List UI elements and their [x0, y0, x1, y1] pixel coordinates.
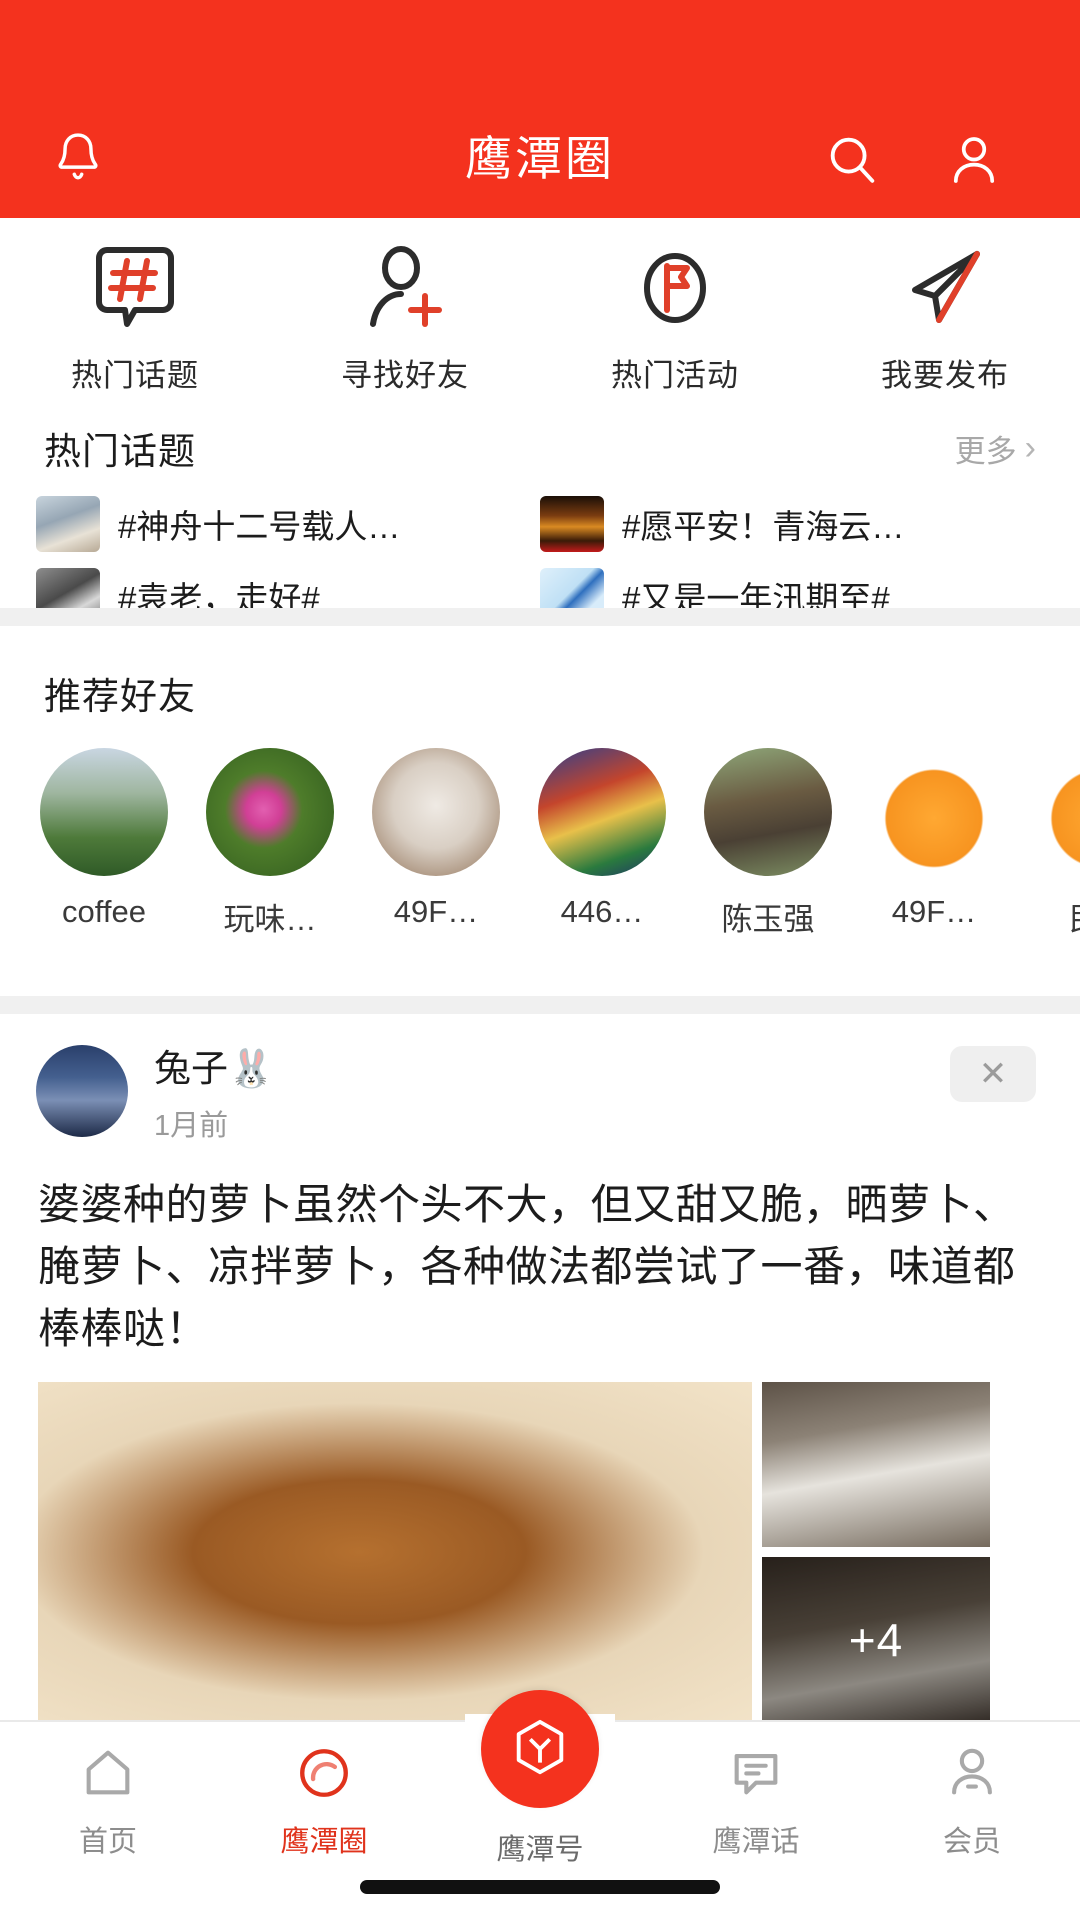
user-icon[interactable]	[936, 122, 1012, 198]
friends-scroll-row[interactable]: coffee 玩味… 49F… 446… 陈玉强 49F… 民族	[0, 720, 1080, 939]
page-title: 鹰潭圈	[465, 132, 615, 185]
hot-topic-item[interactable]: #神舟十二号载人…	[36, 488, 540, 560]
topic-label: #神舟十二号载人…	[118, 508, 401, 545]
post-body-text: 婆婆种的萝卜虽然个头不大，但又甜又脆，晒萝卜、腌萝卜、凉拌萝卜，各种做法都尝试了…	[38, 1181, 1016, 1352]
tab-label: 鹰潭话	[712, 1826, 800, 1858]
avatar	[40, 748, 168, 876]
hashtag-bubble-icon	[87, 242, 183, 334]
tab-yingtanhao-fab[interactable]	[481, 1690, 599, 1808]
home-icon	[79, 1742, 137, 1804]
friend-name: 446…	[560, 894, 644, 929]
post-header: 兔子🐰 1月前 ✕	[0, 1014, 1080, 1144]
tab-label: 鹰潭号	[496, 1834, 584, 1866]
avatar[interactable]	[36, 1045, 128, 1137]
friend-item[interactable]: 玩味…	[204, 748, 336, 939]
post-image-gallery: +4	[0, 1360, 1080, 1722]
friend-item[interactable]: 49F…	[868, 748, 1000, 939]
friend-name: 49F…	[891, 894, 977, 929]
friend-name: coffee	[62, 894, 146, 929]
friend-name: 玩味…	[223, 902, 317, 937]
quick-action-find-friends[interactable]: 寻找好友	[270, 218, 540, 408]
tab-label: 鹰潭圈	[280, 1826, 368, 1858]
quick-action-hot-activities[interactable]: 热门活动	[540, 218, 810, 408]
chevron-right-icon: ›	[1024, 429, 1036, 467]
quick-action-label: 热门活动	[611, 358, 739, 393]
topic-label: #愿平安！青海云…	[622, 508, 905, 545]
hot-topic-item[interactable]: #愿平安！青海云…	[540, 488, 1044, 560]
avatar	[704, 748, 832, 876]
recommended-friends-title: 推荐好友	[44, 676, 196, 717]
app-header: 鹰潭圈	[0, 0, 1080, 218]
post-image-thumb-more[interactable]: +4	[762, 1557, 990, 1722]
quick-actions-row: 热门话题 寻找好友 热门活动 我要发布	[0, 218, 1080, 408]
hot-topics-section: 热门话题 更多 › #神舟十二号载人… #愿平安！青海云… #袁老，走好# #又…	[0, 408, 1080, 624]
hot-topics-header: 热门话题 更多 ›	[0, 408, 1080, 488]
post-timestamp: 1月前	[154, 1110, 229, 1142]
hexagon-logo-icon	[516, 1719, 564, 1775]
quick-action-label: 寻找好友	[341, 358, 469, 393]
quick-action-hot-topics[interactable]: 热门话题	[0, 218, 270, 408]
friend-name: 49F…	[393, 894, 479, 929]
circle-ring-icon	[295, 1742, 353, 1804]
topic-thumbnail	[540, 496, 604, 552]
feed-post: 兔子🐰 1月前 ✕ 婆婆种的萝卜虽然个头不大，但又甜又脆，晒萝卜、腌萝卜、凉拌萝…	[0, 1014, 1080, 1722]
hot-topics-title: 热门话题	[44, 431, 196, 472]
quick-action-publish[interactable]: 我要发布	[810, 218, 1080, 408]
header-bar: 鹰潭圈	[0, 108, 1080, 218]
avatar	[206, 748, 334, 876]
tab-home[interactable]: 首页	[0, 1722, 216, 1860]
post-image-main[interactable]	[38, 1382, 752, 1722]
avatar	[538, 748, 666, 876]
friend-item[interactable]: 民族	[1034, 748, 1080, 939]
person-add-icon	[357, 242, 453, 334]
tab-yingtanhua[interactable]: 鹰潭话	[648, 1722, 864, 1860]
tab-yingtanquan[interactable]: 鹰潭圈	[216, 1722, 432, 1860]
friend-name: 陈玉强	[721, 902, 815, 937]
paper-plane-icon	[897, 242, 993, 334]
post-image-thumb[interactable]	[762, 1382, 990, 1547]
friend-item[interactable]: coffee	[38, 748, 170, 939]
section-divider	[0, 996, 1080, 1014]
avatar	[372, 748, 500, 876]
avatar	[870, 748, 998, 876]
close-icon[interactable]: ✕	[950, 1046, 1036, 1102]
quick-action-label: 热门话题	[71, 358, 199, 393]
section-divider	[0, 608, 1080, 626]
quick-action-label: 我要发布	[881, 358, 1009, 393]
tab-label: 会员	[942, 1826, 1001, 1858]
member-user-icon	[943, 1742, 1001, 1804]
friend-item[interactable]: 49F…	[370, 748, 502, 939]
tab-member[interactable]: 会员	[864, 1722, 1080, 1860]
friend-item[interactable]: 446…	[536, 748, 668, 939]
post-image-side-column: +4	[762, 1382, 990, 1722]
home-indicator	[360, 1880, 720, 1894]
more-label: 更多	[954, 433, 1017, 469]
flag-circle-icon	[627, 242, 723, 334]
avatar	[1036, 748, 1080, 876]
hot-topics-more-button[interactable]: 更多 ›	[955, 426, 1036, 471]
post-author-name[interactable]: 兔子🐰	[154, 1038, 274, 1092]
tab-label: 首页	[78, 1826, 137, 1858]
more-images-count: +4	[762, 1557, 990, 1722]
friend-item[interactable]: 陈玉强	[702, 748, 834, 939]
post-meta: 兔子🐰 1月前	[154, 1038, 274, 1144]
friend-name: 民族	[1069, 894, 1080, 939]
chat-bubble-icon	[727, 1742, 785, 1804]
search-icon[interactable]	[814, 122, 890, 198]
topic-thumbnail	[36, 496, 100, 552]
recommended-friends-section: 推荐好友 coffee 玩味… 49F… 446… 陈玉强 49F… 民族	[0, 626, 1080, 996]
